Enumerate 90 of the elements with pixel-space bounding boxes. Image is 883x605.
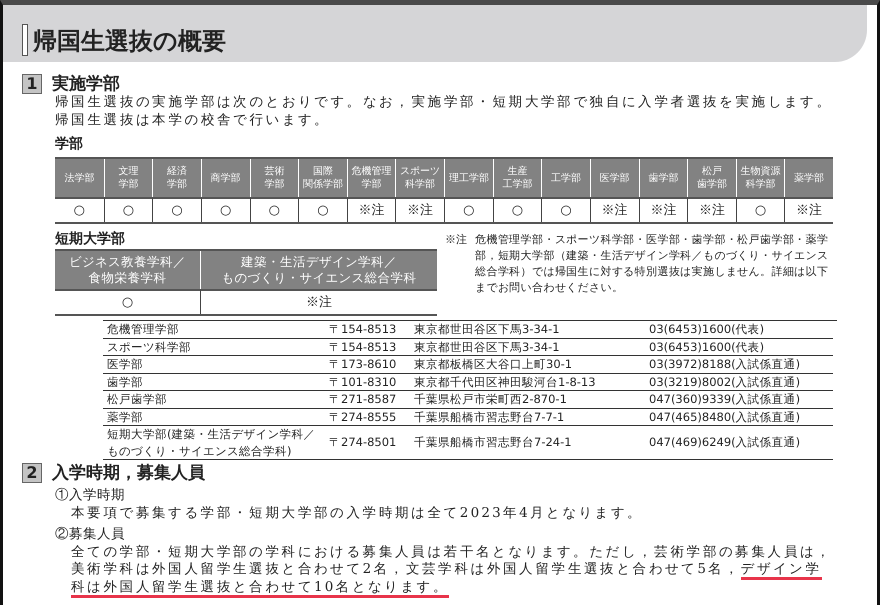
header-text: スポーツ xyxy=(400,165,440,178)
header-text: 歯学部 xyxy=(696,178,727,191)
table-cell: 東京都板橋区大谷口上町30-1 xyxy=(410,356,645,374)
table-cell: 歯学部 xyxy=(103,374,325,391)
table-cell: 薬学部 xyxy=(103,408,325,426)
table-cell: ○ xyxy=(55,289,200,314)
table-cell: 医学部 xyxy=(103,356,325,374)
header-text: 学部 xyxy=(362,178,382,191)
table-cell: ※注 xyxy=(395,197,444,222)
header-text: 生物資源 xyxy=(740,165,781,178)
table-cell: 東京都世田谷区下馬3-34-1 xyxy=(410,321,645,338)
header-text: 危機管理 xyxy=(352,165,392,178)
item-paragraph: 本要項で募集する学部・短期大学部の入学時期は全て2023年4月となります。 xyxy=(70,504,644,522)
table-cell: 〒173-8610 xyxy=(325,356,410,374)
table-cell: ○ xyxy=(55,197,104,222)
section-heading: 実施学部 xyxy=(52,74,120,94)
header-text: 工学部 xyxy=(502,178,532,191)
item-label: ②募集人員 xyxy=(55,526,126,544)
table-cell: ※注 xyxy=(687,197,736,222)
table-cell: ○ xyxy=(200,197,250,222)
header-text: 医学部 xyxy=(600,172,630,184)
header-text: 建築・生活デザイン学科／ xyxy=(241,254,397,270)
table-cell: 東京都世田谷区下馬3-34-1 xyxy=(410,338,645,356)
header-text: ビジネス教養学科／ xyxy=(69,254,186,270)
note-marker: ※注 xyxy=(445,232,468,248)
item-paragraph: 全ての学部・短期大学部の学科における募集人員は若干名となります。ただし，芸術学部の募集人員は，美術学科は外国人留学生選抜と合わせて2名，文芸学科は外国人留学生選抜と合わせて5名，デザイン学科は外国人留学生選抜と合わせて10名となります。 xyxy=(55,544,837,596)
table-cell: ※注 xyxy=(346,197,396,222)
header-text: 経済 xyxy=(167,165,188,178)
table-label: 短期大学部 xyxy=(55,230,126,248)
table-cell: ○ xyxy=(541,197,590,222)
table-cell: ○ xyxy=(298,197,347,222)
table-cell: ○ xyxy=(104,197,152,222)
table-cell: 〒274-8555 xyxy=(325,408,410,426)
header-text: 学部 xyxy=(118,178,138,191)
header-text: 学部 xyxy=(264,178,284,191)
table-cell: 047(465)8480(入試係直通) xyxy=(645,408,833,426)
header-text: 学部 xyxy=(167,178,188,191)
header-text: 商学部 xyxy=(210,172,241,184)
table-cell: 松戸歯学部 xyxy=(103,391,325,408)
table-cell: 〒274-8501 xyxy=(325,426,410,460)
table-cell: ○ xyxy=(152,197,201,222)
header-text: 文理 xyxy=(118,165,138,178)
header-text: ものづくり・サイエンス総合学科 xyxy=(222,270,416,286)
header-text: 薬学部 xyxy=(794,172,824,184)
table-cell: 千葉県船橋市習志野台7-7-1 xyxy=(410,408,645,426)
table-cell: 〒154-8513 xyxy=(325,338,410,356)
header-text: 理工学部 xyxy=(448,172,489,184)
intro-paragraph: 帰国生選抜の実施学部は次のとおりです。なお，実施学部・短期大学部で独自に入学者選抜を実施します。帰国生選抜は本学の校舎で行います。 xyxy=(55,94,834,129)
table-cell: 危機管理学部 xyxy=(103,321,325,338)
header-text: 科学部 xyxy=(405,178,436,191)
table-cell: ○ xyxy=(444,197,493,222)
item-label: ①入学時期 xyxy=(55,487,126,504)
header-text: 松戸 xyxy=(702,165,722,178)
header-text: 芸術 xyxy=(264,165,284,178)
table-cell: 東京都千代田区神田駿河台1-8-13 xyxy=(410,374,645,391)
table-cell: 03(6453)1600(代表) xyxy=(645,321,833,338)
table-cell: 047(469)6249(入試係直通) xyxy=(645,426,833,460)
table-cell: 03(6453)1600(代表) xyxy=(645,338,833,356)
section-heading: 入学時期，募集人員 xyxy=(52,463,205,483)
header-text: 工学部 xyxy=(551,172,582,184)
header-text: 食物栄養学科 xyxy=(88,270,166,286)
note-text: 危機管理学部・スポーツ科学部・医学部・歯学部・松戸歯学部・薬学部，短期大学部（建築・生活デザイン学科／ものづくり・サイエンス総合学科）では帰国生に対する特別選抜は実施しません。詳細は以下までお問い合わせください。 xyxy=(475,232,830,296)
table-cell: 047(360)9339(入試係直通) xyxy=(645,391,833,408)
header-text: 法学部 xyxy=(64,172,94,184)
table-cell: ○ xyxy=(492,197,542,222)
header-text: 科学部 xyxy=(746,178,776,191)
table-cell: 千葉県松戸市栄町西2-870-1 xyxy=(410,391,645,408)
table-cell: ※注 xyxy=(590,197,638,222)
table-cell: 03(3219)8002(入試係直通) xyxy=(645,374,833,391)
table-cell: ※注 xyxy=(200,289,437,314)
section-number: 2 xyxy=(22,463,42,483)
table-cell: ○ xyxy=(250,197,298,222)
header-text: 生産 xyxy=(507,165,528,178)
table-cell: 03(3972)8188(入試係直通) xyxy=(645,356,833,374)
title-marker xyxy=(22,24,28,56)
table-label: 学部 xyxy=(55,135,84,153)
header-text: 歯学部 xyxy=(648,172,678,184)
header-text: 国際 xyxy=(312,165,333,178)
page-title: 帰国生選抜の概要 xyxy=(33,26,226,57)
table-cell: 短期大学部(建築・生活デザイン学科／ものづくり・サイエンス総合学科) xyxy=(103,426,325,460)
table-cell: ※注 xyxy=(638,197,688,222)
table-cell: 〒154-8513 xyxy=(325,321,410,338)
header-text: 関係学部 xyxy=(302,178,343,191)
table-cell: ※注 xyxy=(784,197,833,222)
table-cell: ○ xyxy=(736,197,784,222)
table-cell: 千葉県船橋市習志野台7-24-1 xyxy=(410,426,645,460)
table-cell: 〒271-8587 xyxy=(325,391,410,408)
table-cell: 〒101-8310 xyxy=(325,374,410,391)
section-number: 1 xyxy=(22,74,42,94)
table-cell: スポーツ科学部 xyxy=(103,338,325,356)
